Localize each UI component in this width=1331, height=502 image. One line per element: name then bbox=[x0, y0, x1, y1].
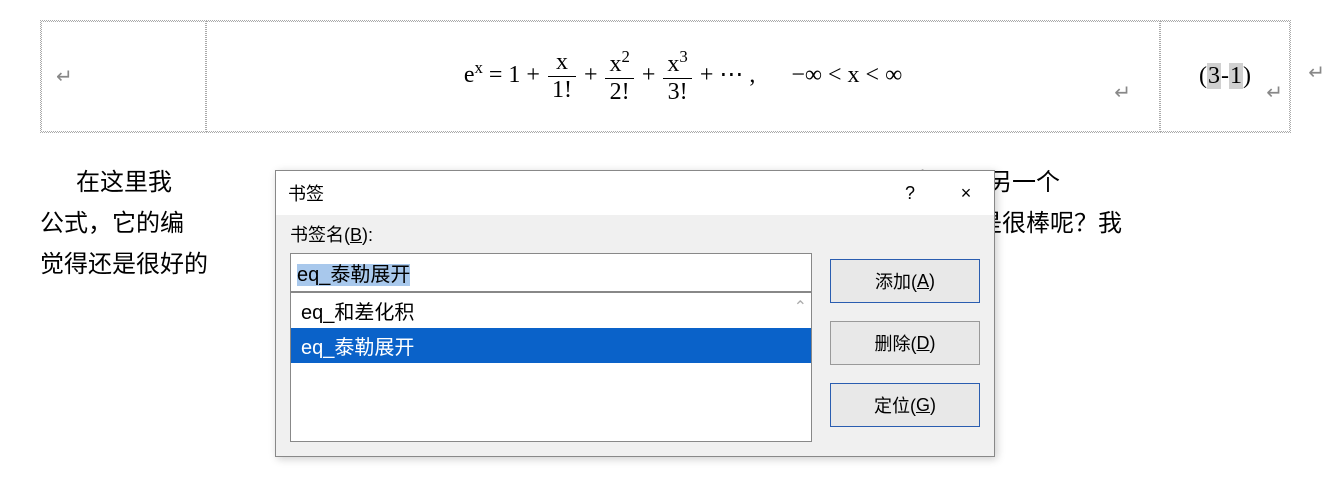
equation-cell-left[interactable]: ↵ bbox=[41, 21, 206, 132]
list-item[interactable]: eq_泰勒展开 bbox=[291, 328, 811, 363]
paragraph-mark-icon: ↵ bbox=[1308, 60, 1325, 85]
bookmark-name-input[interactable]: eq_泰勒展开 bbox=[290, 253, 812, 292]
paragraph-mark-icon: ↵ bbox=[56, 64, 73, 89]
dialog-title: 书签 bbox=[276, 180, 882, 206]
bookmark-dialog: 书签 ? × 书签名(B): eq_泰勒展开 eq_和差化积 eq_泰勒展开 ⌃… bbox=[275, 170, 995, 457]
paragraph-mark-icon: ↵ bbox=[1266, 80, 1283, 105]
help-button[interactable]: ? bbox=[882, 171, 938, 215]
bookmark-name-label: 书签名(B): bbox=[290, 221, 812, 247]
paragraph-mark-icon: ↵ bbox=[1114, 80, 1131, 105]
equation-ref: (3-1) bbox=[1199, 63, 1251, 90]
delete-button[interactable]: 删除(D) bbox=[830, 321, 980, 365]
dialog-titlebar: 书签 ? × bbox=[276, 171, 994, 215]
list-item[interactable]: eq_和差化积 bbox=[291, 293, 811, 328]
close-button[interactable]: × bbox=[938, 171, 994, 215]
add-button[interactable]: 添加(A) bbox=[830, 259, 980, 303]
equation-table: ↵ ex = 1 + x1! + x22! + x33! + ⋯ , −∞ < … bbox=[40, 20, 1291, 133]
equation-cell-ref[interactable]: (3-1) ↵ bbox=[1160, 21, 1290, 132]
goto-button[interactable]: 定位(G) bbox=[830, 383, 980, 427]
bookmark-listbox[interactable]: eq_和差化积 eq_泰勒展开 ⌃ bbox=[290, 292, 812, 442]
equation-formula: ex = 1 + x1! + x22! + x33! + ⋯ , −∞ < x … bbox=[464, 47, 902, 106]
equation-cell-formula[interactable]: ex = 1 + x1! + x22! + x33! + ⋯ , −∞ < x … bbox=[206, 21, 1160, 132]
scroll-up-icon[interactable]: ⌃ bbox=[794, 297, 807, 317]
